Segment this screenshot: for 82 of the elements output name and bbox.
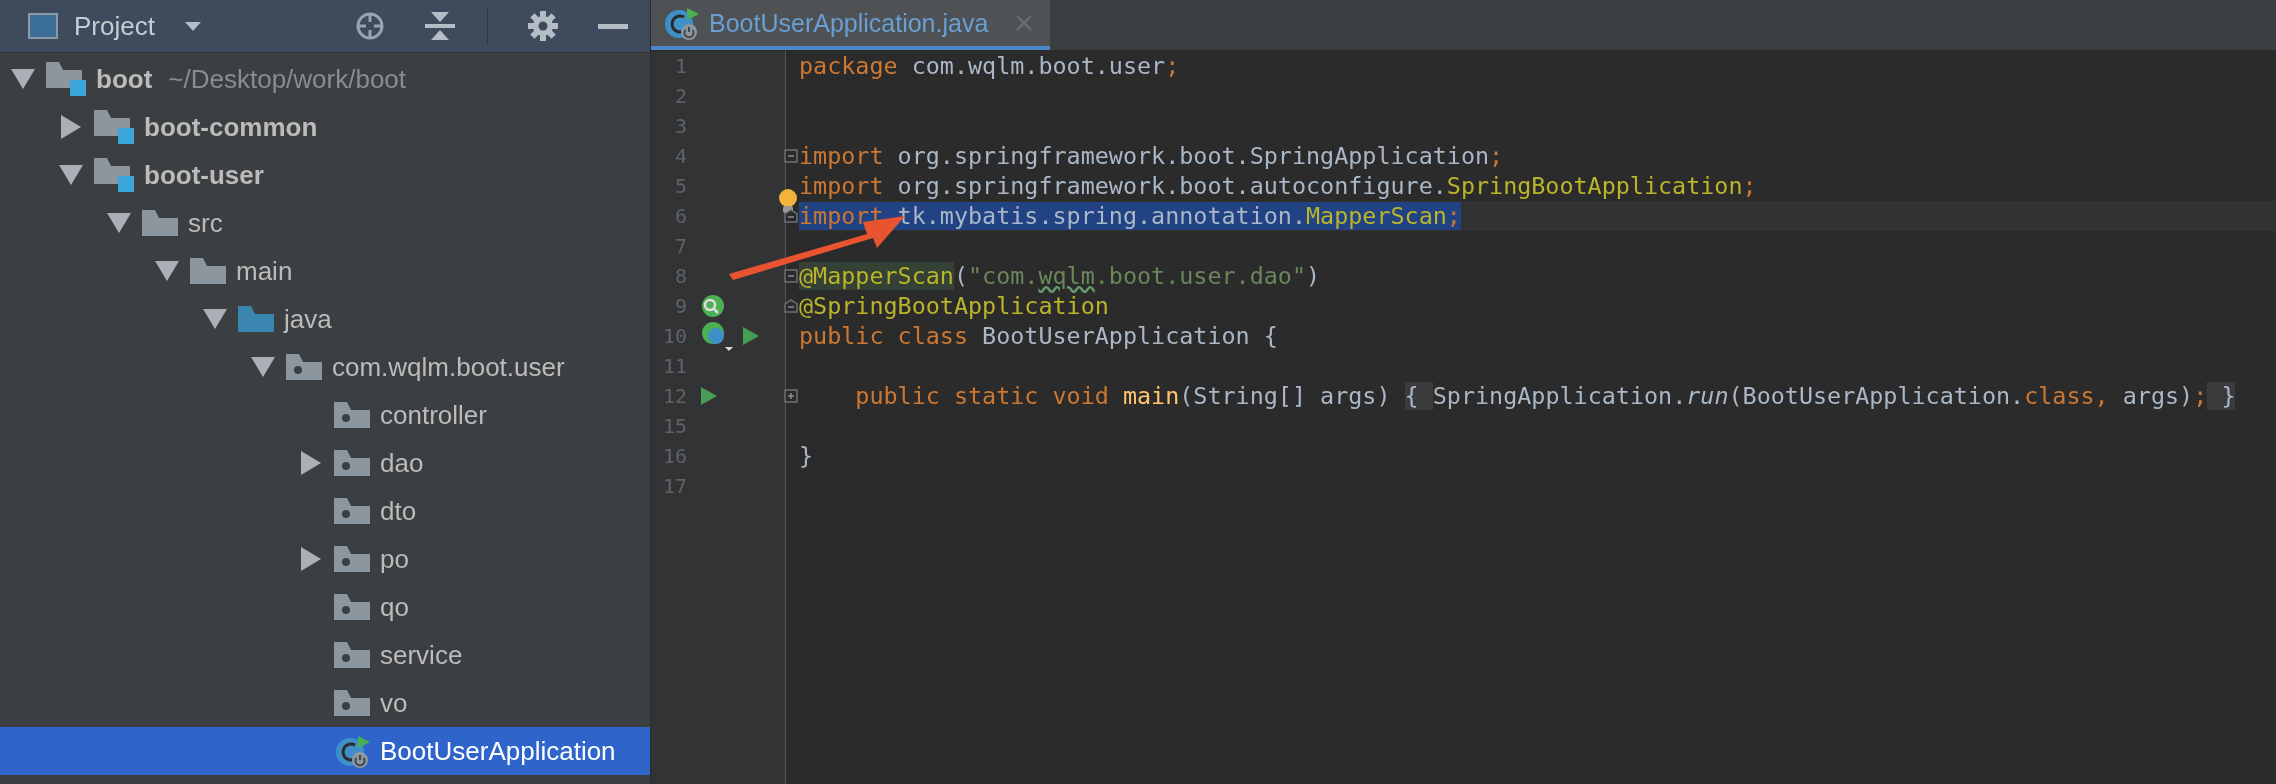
collapsed-arrow-icon[interactable] (301, 547, 321, 571)
tree-label: controller (380, 399, 487, 431)
spring-class-icon (663, 6, 699, 40)
code-line: public static void main(String[] args) { SpringApplication.run(BootUserApplication.class, args); } (854, 381, 2237, 411)
project-view-icon (28, 13, 58, 39)
tree-row[interactable]: BootUserApplication (0, 727, 650, 775)
tree-row[interactable]: java (0, 295, 650, 343)
editor-tab[interactable]: BootUserApplication.java (651, 0, 1051, 50)
package-icon (334, 594, 370, 620)
expanded-arrow-icon[interactable] (59, 165, 83, 185)
tree-row[interactable]: dto (0, 487, 650, 535)
code-line: package com.wqlm.boot.user; (799, 51, 1181, 81)
tree-label: po (380, 543, 409, 575)
tree-label: main (236, 255, 293, 287)
folder-icon (142, 210, 178, 236)
code-line: } (799, 441, 815, 471)
fold-marker-icon[interactable] (784, 149, 798, 163)
code-line: @MapperScan("com.wqlm.boot.user.dao") (799, 261, 1322, 291)
module-folder-icon (94, 158, 134, 192)
bean-search-icon[interactable] (701, 294, 725, 318)
bean-class-icon[interactable] (701, 321, 733, 351)
collapsed-arrow-icon[interactable] (301, 451, 321, 475)
run-icon[interactable] (743, 327, 759, 345)
package-icon (334, 642, 370, 668)
lightbulb-icon[interactable] (777, 188, 799, 214)
tree-label: dto (380, 495, 417, 527)
module-folder-icon (94, 110, 134, 144)
module-folder-icon (46, 62, 86, 96)
package-icon (334, 450, 370, 476)
tree-row[interactable]: qo (0, 583, 650, 631)
tree-label: src (188, 207, 223, 239)
tree-label: dao (380, 447, 424, 479)
run-icon[interactable] (701, 387, 717, 405)
code-line: import org.springframework.boot.autoconfigure.SpringBootApplication; (799, 171, 1758, 201)
expanded-arrow-icon[interactable] (107, 213, 131, 233)
tree-label: BootUserApplication (380, 735, 616, 767)
expanded-arrow-icon[interactable] (11, 69, 35, 89)
tree-label: boot-common (144, 111, 318, 143)
tree-label: com.wqlm.boot.user (332, 351, 565, 383)
tree-row[interactable]: src (0, 199, 650, 247)
package-icon (334, 546, 370, 572)
fold-marker-icon[interactable] (784, 269, 798, 283)
tree-row[interactable]: main (0, 247, 650, 295)
expanded-arrow-icon[interactable] (203, 309, 227, 329)
code-line: @SpringBootApplication (799, 291, 1110, 321)
code-line: public class BootUserApplication { (799, 321, 1279, 351)
settings-icon[interactable] (528, 11, 558, 41)
tree-row[interactable]: controller (0, 391, 650, 439)
tree-row[interactable]: boot ~/Desktop/work/boot (0, 55, 650, 103)
tree-row[interactable]: service (0, 631, 650, 679)
project-path: ~/Desktop/work/boot (168, 63, 407, 95)
expanded-arrow-icon[interactable] (155, 261, 179, 281)
caret-icon[interactable] (184, 21, 201, 31)
fold-marker-icon[interactable] (784, 209, 798, 223)
tree-label: boot-user (144, 159, 264, 191)
package-icon (334, 402, 370, 428)
tree-row[interactable]: dao (0, 439, 650, 487)
code-line: import org.springframework.boot.SpringApplication; (799, 141, 1505, 171)
tree-row[interactable]: po (0, 535, 650, 583)
package-icon (286, 354, 322, 380)
tree-row[interactable]: boot-common (0, 103, 650, 151)
tree-label: java (284, 303, 332, 335)
expanded-arrow-icon[interactable] (251, 357, 275, 377)
tree-row[interactable]: com.wqlm.boot.user (0, 343, 650, 391)
fold-marker-icon[interactable] (784, 389, 798, 403)
tree-label: qo (380, 591, 409, 623)
folder-icon (238, 306, 274, 332)
locate-icon[interactable] (355, 11, 385, 41)
package-icon (334, 690, 370, 716)
tree-label: service (380, 639, 463, 671)
fold-marker-icon[interactable] (784, 299, 798, 313)
collapse-all-icon[interactable] (425, 11, 455, 41)
folder-icon (190, 258, 226, 284)
tree-label: vo (380, 687, 408, 719)
tree-row[interactable]: vo (0, 679, 650, 727)
tree-label: boot (96, 63, 153, 95)
package-icon (334, 498, 370, 524)
collapsed-arrow-icon[interactable] (61, 115, 81, 139)
tree-row[interactable]: boot-user (0, 151, 650, 199)
panel-title[interactable]: Project (74, 10, 155, 42)
minimize-icon[interactable] (598, 23, 628, 29)
spring-class-icon (334, 734, 370, 768)
